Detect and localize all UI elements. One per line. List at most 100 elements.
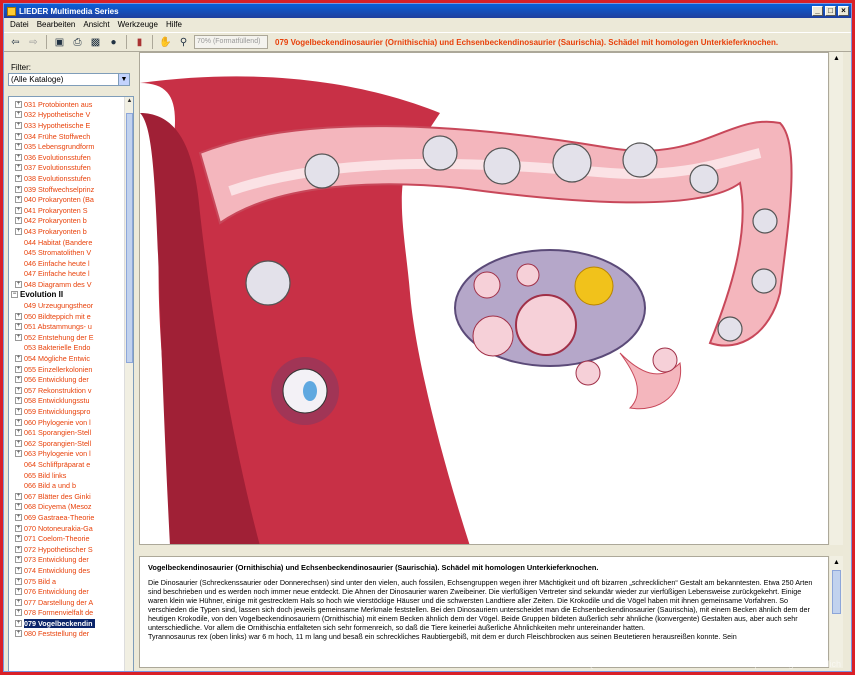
expand-icon[interactable]: + bbox=[15, 143, 22, 151]
tree-item[interactable]: +060 Phylogenie von l bbox=[9, 417, 125, 428]
expand-icon[interactable]: + bbox=[15, 153, 22, 161]
chevron-down-icon[interactable]: ▼ bbox=[118, 74, 129, 85]
expand-icon[interactable]: + bbox=[15, 323, 22, 331]
expand-icon[interactable]: + bbox=[15, 355, 22, 363]
expand-icon[interactable]: + bbox=[15, 185, 22, 193]
tree-item[interactable]: +077 Darstellung der A bbox=[9, 597, 125, 608]
expand-icon[interactable]: + bbox=[15, 429, 22, 437]
tree-item[interactable]: +043 Prokaryonten b bbox=[9, 226, 125, 237]
expand-icon[interactable]: + bbox=[15, 132, 22, 140]
description-scroll-thumb[interactable] bbox=[832, 570, 841, 614]
tree-item[interactable]: +068 Dicyema (Mesoz bbox=[9, 502, 125, 513]
scroll-up-icon[interactable]: ▲ bbox=[830, 556, 843, 569]
tree-item[interactable]: 053 Bakterielle Endo bbox=[9, 343, 125, 354]
tree-scroll-thumb[interactable] bbox=[126, 113, 133, 363]
expand-icon[interactable]: + bbox=[15, 524, 22, 532]
tree-item[interactable]: +061 Sporangien-Stell bbox=[9, 427, 125, 438]
expand-icon[interactable]: + bbox=[15, 100, 22, 108]
tree-item[interactable]: 066 Bild a und b bbox=[9, 480, 125, 491]
zoom-field[interactable]: 70% (Formatfüllend) bbox=[194, 35, 268, 49]
tree-item[interactable]: +059 Entwicklungspro bbox=[9, 406, 125, 417]
tree-item[interactable]: +075 Bild a bbox=[9, 576, 125, 587]
print-icon[interactable]: ⎙ bbox=[70, 35, 85, 50]
menu-bearbeiten[interactable]: Bearbeiten bbox=[37, 20, 76, 29]
expand-icon[interactable]: + bbox=[15, 196, 22, 204]
tree-item[interactable]: +076 Entwicklung der bbox=[9, 586, 125, 597]
tree-item[interactable]: +038 Evolutionsstufen bbox=[9, 173, 125, 184]
menu-ansicht[interactable]: Ansicht bbox=[83, 20, 109, 29]
expand-icon[interactable]: + bbox=[15, 545, 22, 553]
tree-item[interactable]: +040 Prokaryonten (Ba bbox=[9, 194, 125, 205]
tree-group[interactable]: − Evolution II bbox=[9, 290, 125, 301]
tree-item[interactable]: +048 Diagramm des V bbox=[9, 279, 125, 290]
tree-item[interactable]: +036 Evolutionsstufen bbox=[9, 152, 125, 163]
tree-item[interactable]: +080 Feststellung der bbox=[9, 629, 125, 640]
tree-item[interactable]: +074 Entwicklung des bbox=[9, 565, 125, 576]
description-scrollbar[interactable]: ▲ bbox=[830, 556, 843, 668]
expand-icon[interactable]: + bbox=[15, 630, 22, 638]
expand-icon[interactable]: + bbox=[15, 503, 22, 511]
tree-item[interactable]: 064 Schliffpräparat e bbox=[9, 459, 125, 470]
tree-item[interactable]: +073 Entwicklung der bbox=[9, 555, 125, 566]
tree-item[interactable]: 045 Stromatolithen V bbox=[9, 247, 125, 258]
binoculars-icon[interactable]: ● bbox=[106, 35, 121, 50]
expand-icon[interactable]: + bbox=[15, 121, 22, 129]
expand-icon[interactable]: + bbox=[15, 376, 22, 384]
tree-item[interactable]: +052 Entstehung der E bbox=[9, 332, 125, 343]
expand-icon[interactable]: + bbox=[15, 556, 22, 564]
tree-item[interactable]: 065 Bild links bbox=[9, 470, 125, 481]
tree-item[interactable]: +062 Sporangien-Stell bbox=[9, 438, 125, 449]
tree-item[interactable]: +034 Frühe Stoffwech bbox=[9, 131, 125, 142]
tree-item[interactable]: 044 Habitat (Bandere bbox=[9, 237, 125, 248]
tree-item[interactable]: 049 Urzeugungstheor bbox=[9, 300, 125, 311]
tree-item[interactable]: +057 Rekonstruktion v bbox=[9, 385, 125, 396]
expand-icon[interactable]: + bbox=[15, 577, 22, 585]
tree-item[interactable]: +054 Mögliche Entwic bbox=[9, 353, 125, 364]
tree-item[interactable]: +037 Evolutionsstufen bbox=[9, 163, 125, 174]
maximize-button[interactable]: □ bbox=[825, 6, 836, 16]
tree-item[interactable]: +039 Stoffwechselprinz bbox=[9, 184, 125, 195]
expand-icon[interactable]: + bbox=[15, 397, 22, 405]
tree-item[interactable]: +035 Lebensgrundform bbox=[9, 141, 125, 152]
minimize-button[interactable]: _ bbox=[812, 6, 823, 16]
expand-icon[interactable]: + bbox=[15, 312, 22, 320]
tree-item[interactable]: +042 Prokaryonten b bbox=[9, 216, 125, 227]
tree-item[interactable]: +079 Vogelbeckendin bbox=[9, 618, 125, 629]
expand-icon[interactable]: + bbox=[15, 450, 22, 458]
tree-item[interactable]: +069 Gastraea-Theorie bbox=[9, 512, 125, 523]
forward-arrow-icon[interactable]: ⇨ bbox=[26, 35, 41, 50]
expand-icon[interactable]: + bbox=[15, 174, 22, 182]
expand-icon[interactable]: + bbox=[15, 418, 22, 426]
expand-icon[interactable]: + bbox=[15, 217, 22, 225]
tree-item[interactable]: +051 Abstammungs- u bbox=[9, 321, 125, 332]
tree-item[interactable]: +071 Coelom-Theorie bbox=[9, 533, 125, 544]
tree-item[interactable]: +031 Protobionten aus bbox=[9, 99, 125, 110]
screen-icon[interactable]: ▩ bbox=[88, 35, 103, 50]
tree-item[interactable]: 046 Einfache heute l bbox=[9, 258, 125, 269]
expand-icon[interactable]: + bbox=[15, 535, 22, 543]
tree-item[interactable]: +070 Notoneurakia-Ga bbox=[9, 523, 125, 534]
expand-icon[interactable]: + bbox=[15, 598, 22, 606]
tree-item[interactable]: +033 Hypothetische E bbox=[9, 120, 125, 131]
close-button[interactable]: × bbox=[838, 6, 849, 16]
book-icon[interactable]: ▮ bbox=[132, 35, 147, 50]
expand-icon[interactable]: + bbox=[15, 227, 22, 235]
illustration-scrollbar[interactable]: ▲ bbox=[830, 52, 843, 545]
scroll-up-icon[interactable]: ▲ bbox=[830, 52, 843, 65]
expand-icon[interactable]: + bbox=[15, 333, 22, 341]
tree-item[interactable]: +055 Einzellerkolonien bbox=[9, 364, 125, 375]
scroll-up-icon[interactable]: ▲ bbox=[125, 97, 133, 106]
pane-divider[interactable] bbox=[139, 546, 829, 554]
expand-icon[interactable]: + bbox=[15, 513, 22, 521]
expand-icon[interactable]: + bbox=[15, 386, 22, 394]
save-icon[interactable]: ▣ bbox=[52, 35, 67, 50]
menu-werkzeuge[interactable]: Werkzeuge bbox=[118, 20, 158, 29]
expand-icon[interactable]: + bbox=[15, 408, 22, 416]
tree-item[interactable]: 047 Einfache heute l bbox=[9, 269, 125, 280]
tree-item[interactable]: +067 Blätter des Ginki bbox=[9, 491, 125, 502]
tree-item[interactable]: +056 Entwicklung der bbox=[9, 374, 125, 385]
tree-scrollbar[interactable]: ▲ bbox=[124, 97, 133, 671]
collapse-icon[interactable]: − bbox=[11, 291, 18, 299]
expand-icon[interactable]: + bbox=[15, 280, 22, 288]
tree-item[interactable]: +072 Hypothetischer S bbox=[9, 544, 125, 555]
